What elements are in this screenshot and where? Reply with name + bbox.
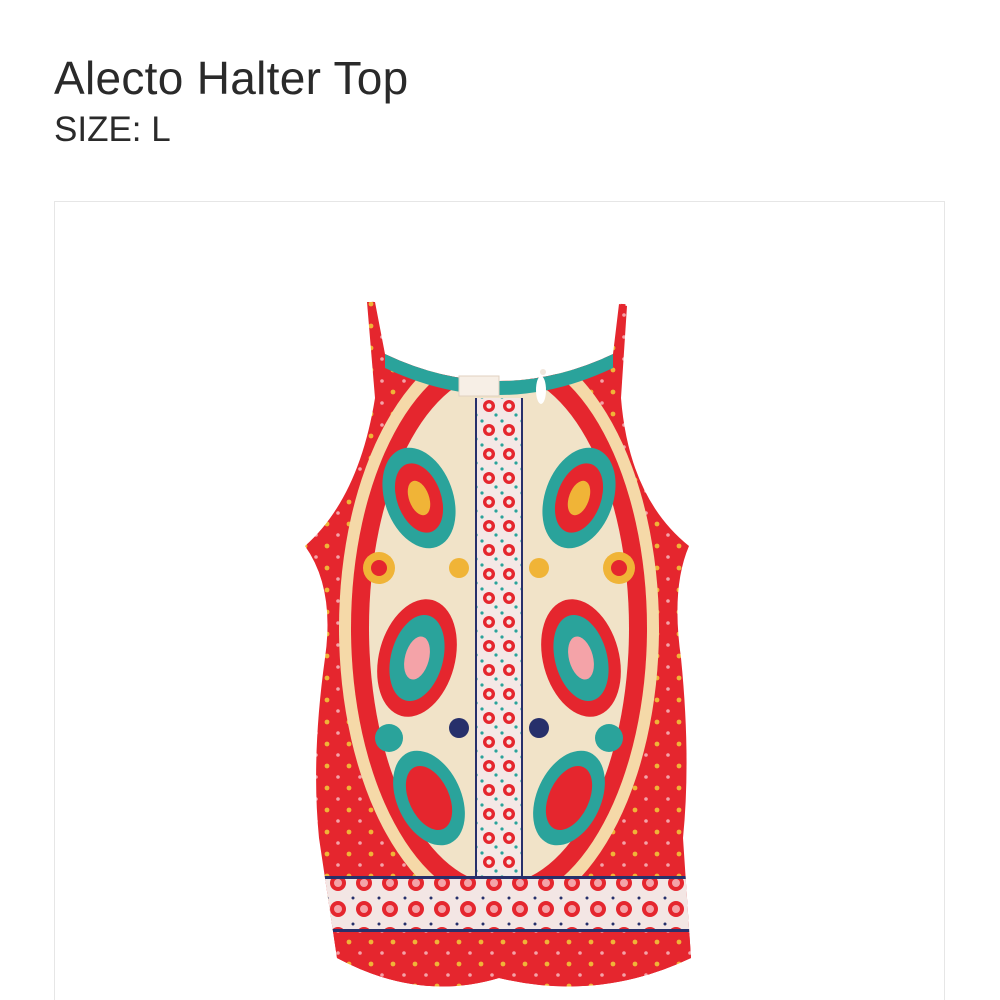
size-value: L [151, 110, 171, 149]
halter-top-image [299, 298, 699, 1000]
size-info: SIZE: L [54, 110, 171, 150]
product-title: Alecto Halter Top [54, 51, 409, 104]
size-label: SIZE: [54, 110, 142, 149]
product-image-card[interactable] [54, 201, 945, 1000]
